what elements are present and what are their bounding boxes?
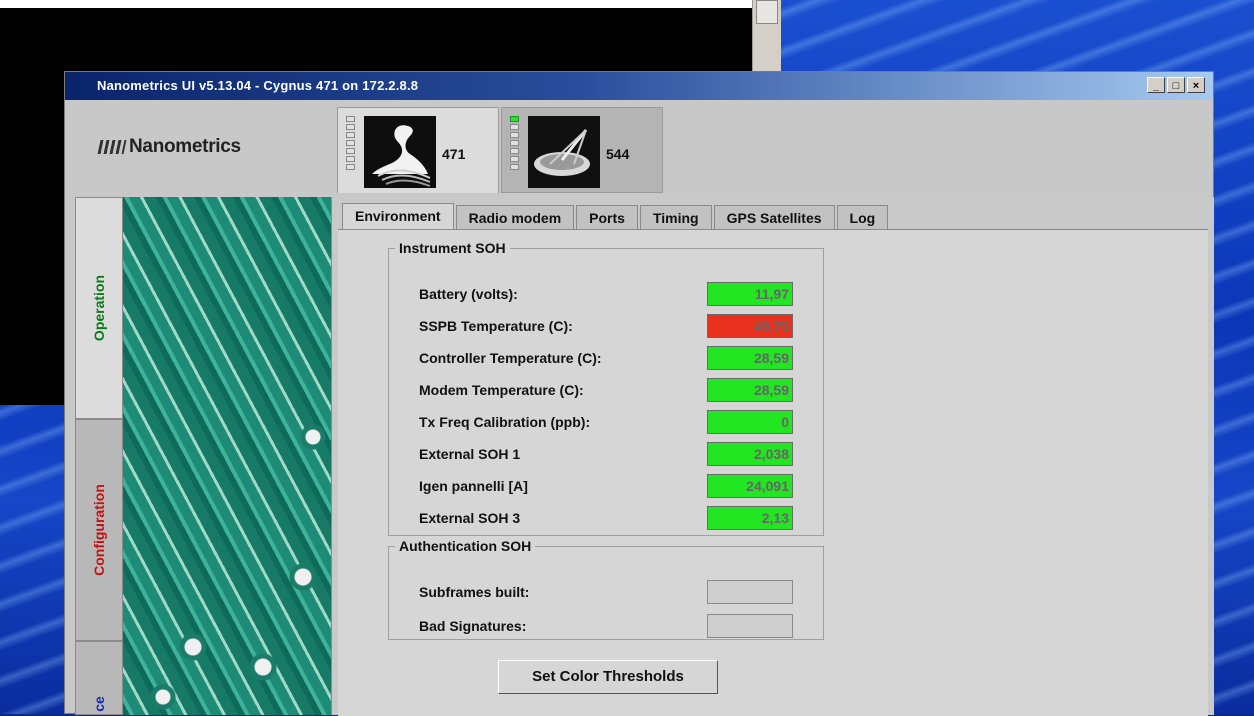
side-tab-operation[interactable]: Operation [75, 197, 123, 419]
station-status-leds [346, 116, 355, 170]
soh-value: 28,59 [707, 378, 793, 402]
soh-row-external-soh-1: External SOH 1 2,038 [419, 442, 793, 468]
soh-value: 0 [707, 410, 793, 434]
tab-gps-satellites[interactable]: GPS Satellites [713, 205, 835, 229]
soh-row-modem-temperature: Modem Temperature (C): 28,59 [419, 378, 793, 404]
logo-mark-icon [97, 139, 127, 154]
auth-row-bad-signatures: Bad Signatures: [419, 614, 793, 640]
close-button[interactable]: × [1187, 77, 1205, 93]
app-window: Nanometrics UI v5.13.04 - Cygnus 471 on … [64, 71, 1214, 716]
tab-radio-modem[interactable]: Radio modem [455, 205, 575, 229]
scrollbar-thumb[interactable] [756, 0, 778, 24]
soh-row-controller-temperature: Controller Temperature (C): 28,59 [419, 346, 793, 372]
side-tab-maintenance[interactable]: ce [75, 641, 123, 715]
satellite-dish-icon [528, 116, 600, 188]
nanometrics-logo: Nanometrics [97, 136, 241, 158]
minimize-button[interactable]: _ [1147, 77, 1165, 93]
soh-label: External SOH 3 [419, 510, 521, 526]
soh-value: 28,59 [707, 346, 793, 370]
auth-row-subframes-built: Subframes built: [419, 580, 793, 606]
soh-label: SSPB Temperature (C): [419, 318, 573, 334]
station-status-leds [510, 116, 519, 170]
side-tab-maintenance-label: ce [91, 696, 107, 712]
title-bar[interactable]: Nanometrics UI v5.13.04 - Cygnus 471 on … [65, 72, 1213, 100]
soh-value: 24,091 [707, 474, 793, 498]
station-tab-544[interactable]: 544 [501, 107, 663, 193]
tab-log[interactable]: Log [836, 205, 889, 229]
station-id-544: 544 [606, 146, 630, 162]
soh-label: Battery (volts): [419, 286, 518, 302]
instrument-soh-title: Instrument SOH [399, 240, 506, 256]
soh-row-sspb-temperature: SSPB Temperature (C): 49,75 [419, 314, 793, 340]
soh-label: Modem Temperature (C): [419, 382, 584, 398]
soh-label: Controller Temperature (C): [419, 350, 602, 366]
logo-text: Nanometrics [129, 136, 241, 157]
tab-environment[interactable]: Environment [342, 203, 454, 229]
soh-row-tx-freq-calibration: Tx Freq Calibration (ppb): 0 [419, 410, 793, 436]
soh-label: Tx Freq Calibration (ppb): [419, 414, 591, 430]
swan-icon [364, 116, 436, 188]
soh-label: Igen pannelli [A] [419, 478, 528, 494]
set-color-thresholds-button[interactable]: Set Color Thresholds [498, 660, 718, 694]
soh-value: 2,038 [707, 442, 793, 466]
soh-row-battery: Battery (volts): 11,97 [419, 282, 793, 308]
window-controls: _ □ × [1147, 77, 1205, 93]
side-tab-configuration-label: Configuration [91, 484, 107, 576]
authentication-soh-title: Authentication SOH [399, 538, 532, 554]
auth-value [707, 580, 793, 604]
window-title: Nanometrics UI v5.13.04 - Cygnus 471 on … [97, 78, 419, 93]
environment-panel: Instrument SOH Battery (volts): 11,97 SS… [338, 229, 1208, 716]
soh-value: 49,75 [707, 314, 793, 338]
soh-row-igen-pannelli: Igen pannelli [A] 24,091 [419, 474, 793, 500]
circuit-board-image [123, 197, 331, 715]
side-tab-operation-label: Operation [91, 274, 107, 342]
auth-value [707, 614, 793, 638]
soh-value: 2,13 [707, 506, 793, 530]
authentication-soh-group: Authentication SOH Subframes built: Bad … [388, 538, 824, 640]
instrument-soh-group: Instrument SOH Battery (volts): 11,97 SS… [388, 240, 824, 536]
tab-bar: Environment Radio modem Ports Timing GPS… [342, 203, 890, 229]
auth-label: Subframes built: [419, 584, 530, 600]
station-id-471: 471 [442, 146, 466, 162]
side-tabs: Operation Configuration ce [75, 197, 123, 715]
auth-label: Bad Signatures: [419, 618, 527, 634]
maximize-button[interactable]: □ [1167, 77, 1185, 93]
tab-timing[interactable]: Timing [639, 205, 712, 229]
background-window-top [0, 0, 780, 8]
tab-ports[interactable]: Ports [576, 205, 638, 229]
main-panel: Environment Radio modem Ports Timing GPS… [331, 197, 1214, 716]
soh-row-external-soh-3: External SOH 3 2,13 [419, 506, 793, 532]
soh-label: External SOH 1 [419, 446, 521, 462]
soh-value: 11,97 [707, 282, 793, 306]
station-tab-471[interactable]: 471 [337, 107, 499, 193]
side-tab-configuration[interactable]: Configuration [75, 419, 123, 641]
